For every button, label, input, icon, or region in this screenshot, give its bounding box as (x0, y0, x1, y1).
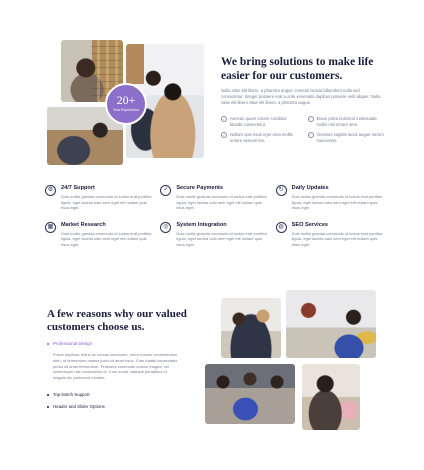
gallery-photo-workshop (205, 364, 295, 424)
integration-icon: ◎ (160, 221, 172, 233)
reason-tab-header-slider-options[interactable]: Header and Slider Options (47, 404, 105, 410)
feature-seo-services: ◍ SEO Services Duis mollis gravida commo… (275, 221, 385, 248)
experience-badge: 20+ Year Experience (105, 83, 147, 125)
feature-secure-payments: ✓ Secure Payments Duis mollis gravida co… (160, 185, 269, 211)
feature-title: Market Research (61, 221, 106, 228)
feature-text: Duis mollis gravida commodo id luctus er… (61, 194, 152, 211)
badge-label: Year Experience (112, 108, 140, 112)
feature-text: Duis mollis gravida commodo id luctus er… (291, 194, 383, 211)
feature-text: Duis mollis gravida commodo id luctus er… (291, 230, 383, 247)
feature-title: 24/7 Support (61, 185, 95, 191)
check-icon: ✓ (307, 132, 314, 138)
about-headline: We bring solutions to make life easier f… (221, 56, 374, 82)
gallery-photo-meeting (221, 298, 281, 358)
reason-tab-top-notch-support[interactable]: Top-Notch Support (47, 392, 90, 398)
feature-24-7-support: ⚙ 24/7 Support Duis mollis gravida commo… (45, 185, 154, 211)
bullet-icon (47, 343, 49, 345)
check-item: ✓ Vivamus sagittis lacus augue rutrum ma… (307, 132, 384, 143)
feature-title: System Integration (176, 221, 227, 228)
check-icon: ✓ (221, 132, 227, 138)
check-item: ✓ Etiam porta euismod malesuada mollis n… (307, 116, 377, 127)
globe-icon: ◍ (275, 221, 287, 233)
check-item: ✓ Aenean quam ornare curabitur blandit c… (221, 116, 287, 127)
bullet-icon (47, 406, 49, 408)
reason-description: Fusce dapibus, tellus ac cursus commodo,… (53, 352, 178, 381)
features-grid: ⚙ 24/7 Support Duis mollis gravida commo… (45, 185, 385, 248)
feature-market-research: ▦ Market Research Duis mollis gravida co… (45, 221, 154, 248)
feature-title: Secure Payments (176, 185, 223, 191)
feature-text: Duis mollis gravida commodo id luctus er… (61, 230, 152, 247)
gallery-photo-office (286, 290, 376, 358)
chart-icon: ▦ (45, 221, 56, 233)
feature-text: Duis mollis gravida commodo id luctus er… (176, 230, 268, 247)
reasons-title: A few reasons why our valued customers c… (47, 308, 187, 333)
check-list: ✓ Aenean quam ornare curabitur blandit c… (221, 116, 386, 144)
feature-system-integration: ◎ System Integration Duis mollis gravida… (160, 221, 269, 248)
badge-number: 20+ (116, 93, 136, 107)
refresh-icon: ↻ (275, 185, 287, 196)
feature-title: Daily Updates (291, 185, 329, 191)
gear-support-icon: ⚙ (45, 185, 56, 196)
feature-daily-updates: ↻ Daily Updates Duis mollis gravida comm… (275, 185, 385, 211)
reason-tab-professional-design[interactable]: Professional Design (47, 341, 92, 347)
feature-text: Duis mollis gravida commodo id luctus er… (176, 194, 268, 211)
check-item: ✓ Nullam quis risus eget urna mollis orn… (221, 132, 293, 143)
bullet-icon (47, 394, 49, 396)
about-intro: Nulla vitae elit libero, a pharetra augu… (221, 88, 381, 105)
shield-check-icon: ✓ (160, 185, 172, 196)
check-icon: ✓ (307, 116, 314, 122)
feature-title: SEO Services (291, 221, 329, 228)
check-icon: ✓ (221, 116, 227, 122)
gallery-photo-portrait (302, 364, 360, 430)
